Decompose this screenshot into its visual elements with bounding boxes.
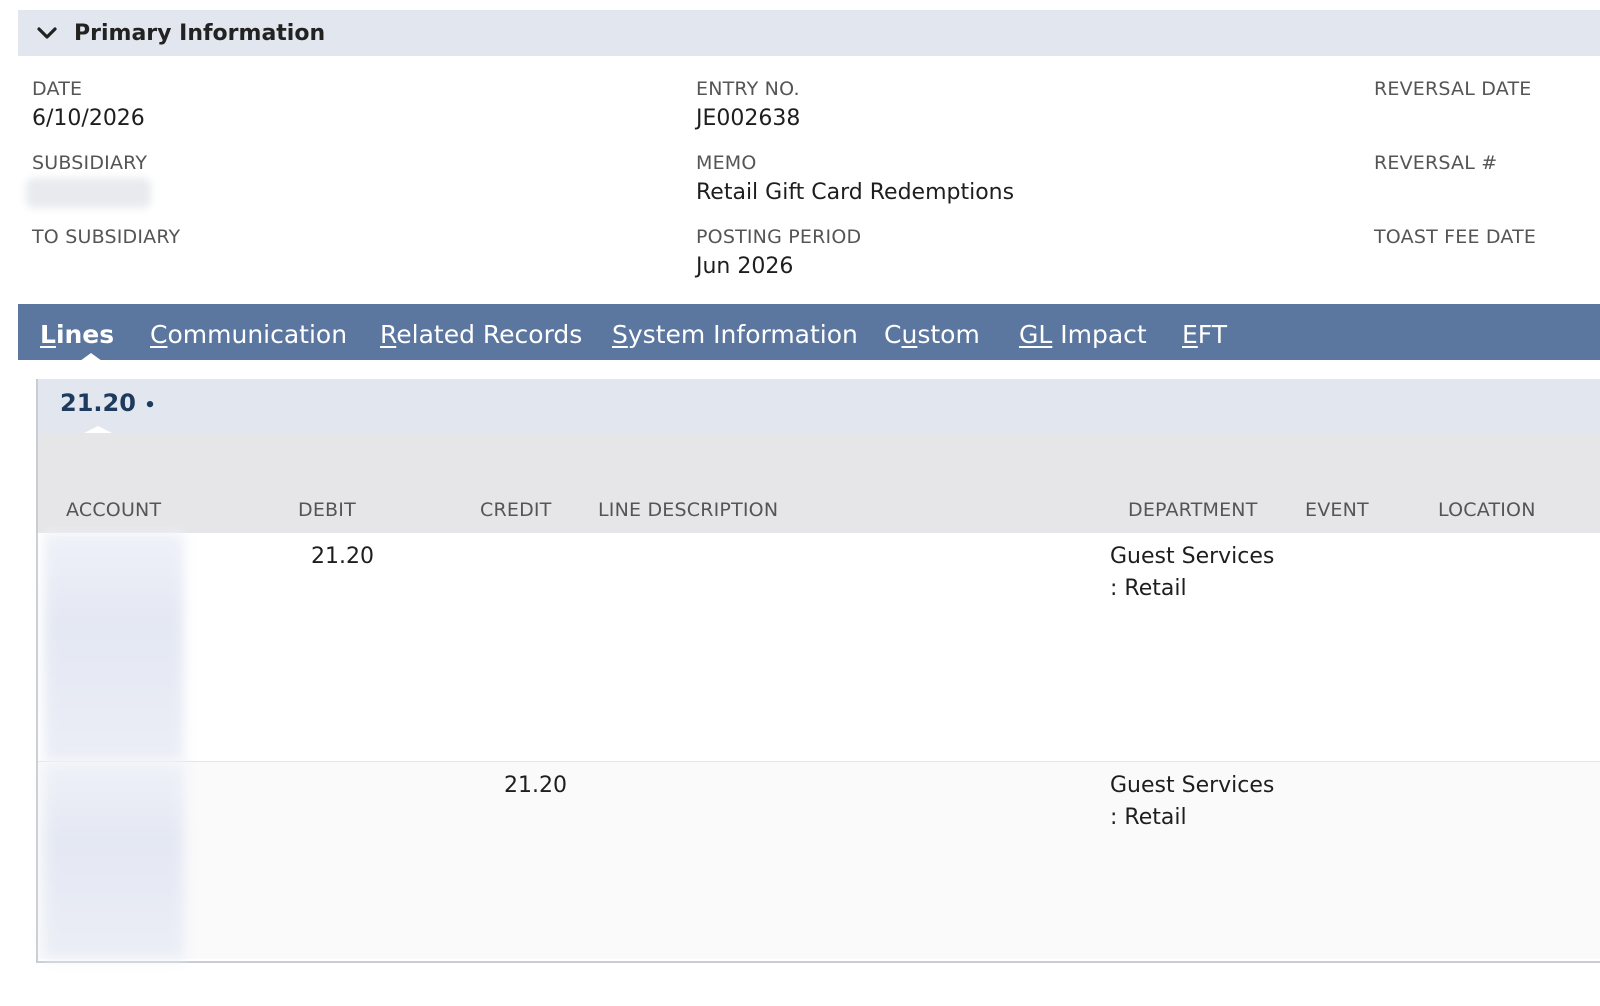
table-row[interactable]: 21.20 Guest Services : Retail <box>38 533 1600 762</box>
reversal-date-field: REVERSAL DATE <box>1374 78 1531 106</box>
account-value-redacted <box>44 762 184 959</box>
table-row[interactable]: 21.20 Guest Services : Retail <box>38 762 1600 959</box>
col-debit[interactable]: DEBIT <box>298 499 356 521</box>
to-subsidiary-field: TO SUBSIDIARY <box>32 226 180 254</box>
posting-period-field: POSTING PERIOD Jun 2026 <box>696 226 861 279</box>
reversal-no-label: REVERSAL # <box>1374 152 1498 174</box>
memo-field: MEMO Retail Gift Card Redemptions <box>696 152 1014 205</box>
tab-communication[interactable]: Communication <box>150 304 347 360</box>
journal-entry-page: Primary Information DATE 6/10/2026 SUBSI… <box>0 0 1600 1006</box>
lines-sublist: 21.20 • ACCOUNT DEBIT CREDIT LINE DESCRI… <box>36 379 1600 963</box>
toast-fee-date-label: TOAST FEE DATE <box>1374 226 1537 248</box>
entry-no-label: ENTRY NO. <box>696 78 800 100</box>
sublist-tab-notch <box>84 426 112 433</box>
col-account[interactable]: ACCOUNT <box>66 499 161 521</box>
memo-label: MEMO <box>696 152 757 174</box>
tab-custom[interactable]: Custom <box>884 304 980 360</box>
tab-system-information[interactable]: System Information <box>612 304 858 360</box>
section-title: Primary Information <box>74 20 326 46</box>
department-line-2: : Retail <box>1110 576 1187 601</box>
subsidiary-value-redacted <box>26 178 151 208</box>
reversal-no-field: REVERSAL # <box>1374 152 1497 180</box>
memo-value: Retail Gift Card Redemptions <box>696 180 1015 205</box>
department-line-1: Guest Services <box>1110 544 1275 569</box>
date-field: DATE 6/10/2026 <box>32 78 145 131</box>
department-cell: Guest Services : Retail <box>1110 770 1274 834</box>
to-subsidiary-label: TO SUBSIDIARY <box>32 226 181 248</box>
department-line-2: : Retail <box>1110 805 1187 830</box>
reversal-date-label: REVERSAL DATE <box>1374 78 1532 100</box>
sublist-tab-amount[interactable]: 21.20 • <box>60 389 156 417</box>
col-line-description[interactable]: LINE DESCRIPTION <box>598 499 778 521</box>
department-line-1: Guest Services <box>1110 773 1275 798</box>
sublist-tab-bar: 21.20 • <box>38 379 1600 434</box>
chevron-down-icon[interactable] <box>34 20 60 46</box>
sublist-tab-dot: • <box>144 395 156 416</box>
col-event[interactable]: EVENT <box>1305 499 1369 521</box>
col-location[interactable]: LOCATION <box>1438 499 1536 521</box>
subsidiary-label: SUBSIDIARY <box>32 152 148 174</box>
entry-no-field: ENTRY NO. JE002638 <box>696 78 800 131</box>
date-label: DATE <box>32 78 83 100</box>
toast-fee-date-field: TOAST FEE DATE <box>1374 226 1536 254</box>
posting-period-label: POSTING PERIOD <box>696 226 862 248</box>
account-value-redacted <box>44 533 184 761</box>
record-tab-bar: Lines Communication Related Records Syst… <box>18 304 1600 361</box>
active-tab-pointer <box>80 353 102 361</box>
subsidiary-field: SUBSIDIARY <box>26 152 151 208</box>
date-value: 6/10/2026 <box>32 106 145 131</box>
tab-lines[interactable]: Lines <box>40 304 114 360</box>
col-department[interactable]: DEPARTMENT <box>1128 499 1258 521</box>
debit-cell: 21.20 <box>311 544 374 569</box>
entry-no-value: JE002638 <box>696 106 801 131</box>
credit-cell: 21.20 <box>504 773 567 798</box>
primary-information-header[interactable]: Primary Information <box>18 10 1600 56</box>
department-cell: Guest Services : Retail <box>1110 541 1274 605</box>
tab-related-records[interactable]: Related Records <box>380 304 582 360</box>
col-credit[interactable]: CREDIT <box>480 499 552 521</box>
posting-period-value: Jun 2026 <box>696 254 794 279</box>
tab-eft[interactable]: EFT <box>1182 304 1227 360</box>
lines-table-header: ACCOUNT DEBIT CREDIT LINE DESCRIPTION DE… <box>38 433 1600 533</box>
tab-gl-impact[interactable]: GL Impact <box>1019 304 1147 360</box>
